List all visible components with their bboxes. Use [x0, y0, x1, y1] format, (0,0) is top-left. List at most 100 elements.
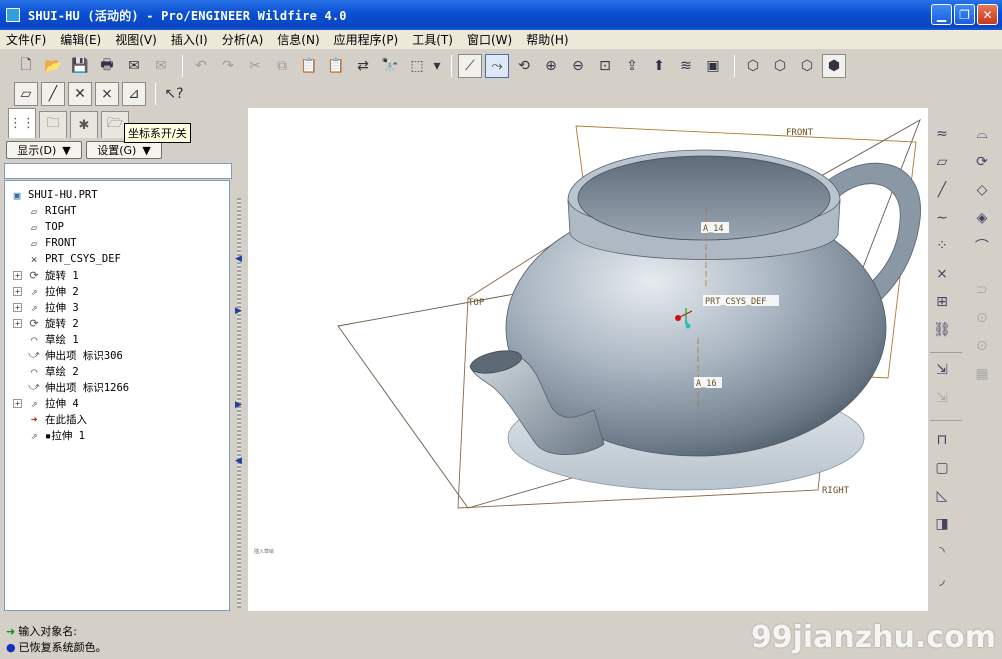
- email-icon[interactable]: ✉: [122, 54, 146, 78]
- blend-icon[interactable]: ◈: [970, 206, 994, 230]
- new-file-icon[interactable]: 🗋: [14, 54, 38, 78]
- menu-insert[interactable]: 插入(I): [171, 31, 208, 48]
- tree-item[interactable]: + ⟳ 旋转 1: [5, 267, 229, 283]
- revolve-icon[interactable]: ⟳: [970, 150, 994, 174]
- copy-icon[interactable]: ⧉: [270, 54, 294, 78]
- datum-plane-toggle-icon[interactable]: ▱: [14, 82, 38, 106]
- axis-label-a16[interactable]: A_16: [696, 379, 716, 389]
- hidden-line-icon[interactable]: ⬡: [768, 54, 792, 78]
- menu-applications[interactable]: 应用程序(P): [334, 31, 399, 48]
- save-icon[interactable]: 💾: [68, 54, 92, 78]
- expand-plus-icon[interactable]: +: [13, 318, 22, 328]
- chevron-down-icon[interactable]: ▾: [432, 54, 442, 78]
- zoom-fit-icon[interactable]: ⊡: [593, 54, 617, 78]
- mirror-icon[interactable]: ⊙: [970, 334, 994, 358]
- datum-label-front[interactable]: FRONT: [786, 128, 814, 138]
- datum-axis-icon[interactable]: ╱: [930, 178, 954, 202]
- shell-icon[interactable]: ⊓: [930, 428, 954, 452]
- tree-item[interactable]: ⌒ 草绘 1: [5, 331, 229, 347]
- expand-arrow-icon[interactable]: ▶: [235, 400, 242, 410]
- tree-item[interactable]: ▱ RIGHT: [5, 203, 229, 219]
- round-icon[interactable]: ◨: [930, 512, 954, 536]
- no-hidden-icon[interactable]: ⬡: [795, 54, 819, 78]
- layers-icon[interactable]: ≋: [674, 54, 698, 78]
- saved-views-icon[interactable]: ⬆: [647, 54, 671, 78]
- email-attachment-icon[interactable]: ✉: [149, 54, 173, 78]
- menu-info[interactable]: 信息(N): [277, 31, 319, 48]
- tree-item[interactable]: ⤻ 伸出项 标识1266: [5, 379, 229, 395]
- close-button[interactable]: ✕: [977, 4, 998, 25]
- tree-item[interactable]: ⌒ 草绘 2: [5, 363, 229, 379]
- sketched-datum-curve-icon[interactable]: ≈: [930, 122, 954, 146]
- datum-axis-toggle-icon[interactable]: ╱: [41, 82, 65, 106]
- axis-label-a14[interactable]: A_14: [703, 224, 723, 234]
- undo-icon[interactable]: ↶: [189, 54, 213, 78]
- orient-mode-icon[interactable]: ⟲: [512, 54, 536, 78]
- paste-special-icon[interactable]: 📋: [324, 54, 348, 78]
- expand-plus-icon[interactable]: +: [13, 398, 22, 408]
- fill-icon[interactable]: ⌒: [970, 234, 994, 258]
- tree-root[interactable]: ▣ SHUI-HU.PRT: [5, 187, 229, 203]
- title-bar[interactable]: SHUI-HU (活动的) - Pro/ENGINEER Wildfire 4.…: [0, 0, 1002, 30]
- tree-item[interactable]: + ⇗ 拉伸 4: [5, 395, 229, 411]
- expand-arrow-icon[interactable]: ▶: [235, 306, 242, 316]
- open-folder-icon[interactable]: 📂: [41, 54, 65, 78]
- tree-item[interactable]: + ⇗ 拉伸 2: [5, 283, 229, 299]
- menu-help[interactable]: 帮助(H): [526, 31, 568, 48]
- sweep-icon[interactable]: ◇: [970, 178, 994, 202]
- selection-box-icon[interactable]: ⬚: [405, 54, 429, 78]
- menu-tools[interactable]: 工具(T): [412, 31, 453, 48]
- menu-window[interactable]: 窗口(W): [467, 31, 512, 48]
- model-tree-tab-icon[interactable]: ⋮⋮: [8, 108, 36, 138]
- csys-toggle-icon[interactable]: ⨯: [95, 82, 119, 106]
- collapse-arrow-icon[interactable]: ◀: [235, 254, 242, 264]
- minimize-button[interactable]: ▁: [931, 4, 952, 25]
- menu-file[interactable]: 文件(F): [6, 31, 46, 48]
- datum-plane-icon[interactable]: ▱: [930, 150, 954, 174]
- copy-feature-icon[interactable]: ⇲: [930, 358, 954, 382]
- regenerate-icon[interactable]: ⇄: [351, 54, 375, 78]
- expand-plus-icon[interactable]: +: [13, 302, 22, 312]
- redo-icon[interactable]: ↷: [216, 54, 240, 78]
- graphics-viewport[interactable]: FRONT TOP RIGHT A_14 A_16 PRT_CSYS_DEF 插…: [248, 108, 928, 611]
- tree-item[interactable]: + ⟳ 旋转 2: [5, 315, 229, 331]
- zoom-out-icon[interactable]: ⊖: [566, 54, 590, 78]
- folder-browser-tab-icon[interactable]: 🗀: [39, 111, 67, 138]
- paste-icon[interactable]: 📋: [297, 54, 321, 78]
- analysis-icon[interactable]: ⊞: [930, 290, 954, 314]
- tree-item[interactable]: ⨯ PRT_CSYS_DEF: [5, 251, 229, 267]
- menu-view[interactable]: 视图(V): [115, 31, 157, 48]
- edge-chamfer-icon[interactable]: ◞: [930, 568, 954, 592]
- hole-icon[interactable]: ⌓: [970, 122, 994, 146]
- csys-label[interactable]: PRT_CSYS_DEF: [705, 297, 766, 307]
- wireframe-icon[interactable]: ⬡: [741, 54, 765, 78]
- menu-analysis[interactable]: 分析(A): [222, 31, 264, 48]
- spin-center-icon[interactable]: ⤳: [485, 54, 509, 78]
- menu-edit[interactable]: 编辑(E): [60, 31, 101, 48]
- tree-item[interactable]: ⇗ ▪拉伸 1: [5, 427, 229, 443]
- maximize-button[interactable]: ❐: [954, 4, 975, 25]
- tree-item[interactable]: ⤻ 伸出项 标识306: [5, 347, 229, 363]
- favorites-tab-icon[interactable]: ✱: [70, 111, 98, 138]
- expand-plus-icon[interactable]: +: [13, 270, 22, 280]
- style-icon[interactable]: ⊃: [970, 278, 994, 302]
- datum-point-icon[interactable]: ⁘: [930, 234, 954, 258]
- datum-point-toggle-icon[interactable]: ✕: [68, 82, 92, 106]
- paste-feature-icon[interactable]: ⇲: [930, 386, 954, 410]
- shading-icon[interactable]: ⬢: [822, 54, 846, 78]
- print-icon[interactable]: 🖶: [95, 54, 119, 78]
- tree-item[interactable]: + ⇗ 拉伸 3: [5, 299, 229, 315]
- datum-curve-icon[interactable]: ∼: [930, 206, 954, 230]
- reorient-icon[interactable]: ⇪: [620, 54, 644, 78]
- draft-icon[interactable]: ▢: [930, 456, 954, 480]
- rib-icon[interactable]: ◺: [930, 484, 954, 508]
- view-manager-icon[interactable]: ▣: [701, 54, 725, 78]
- repaint-icon[interactable]: ⟋: [458, 54, 482, 78]
- find-binoculars-icon[interactable]: 🔭: [378, 54, 402, 78]
- cut-icon[interactable]: ✂: [243, 54, 267, 78]
- warp-icon[interactable]: ⊙: [970, 306, 994, 330]
- context-help-icon[interactable]: ↖?: [162, 82, 186, 106]
- tree-item[interactable]: ▱ FRONT: [5, 235, 229, 251]
- chain-icon[interactable]: ⛓: [930, 318, 954, 342]
- tree-item[interactable]: ▱ TOP: [5, 219, 229, 235]
